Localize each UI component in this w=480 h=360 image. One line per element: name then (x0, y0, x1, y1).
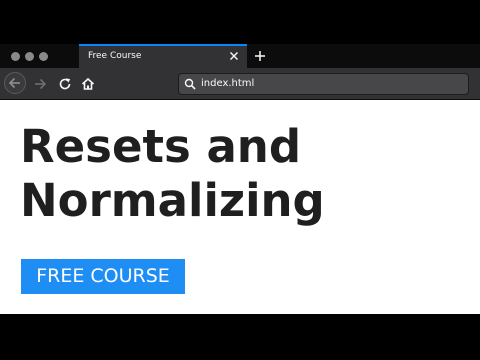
address-bar[interactable]: index.html (178, 73, 469, 95)
url-text: index.html (201, 78, 255, 89)
free-course-button[interactable]: FREE COURSE (21, 259, 185, 294)
page-content: Resets and Normalizing FREE COURSE (0, 100, 480, 314)
headline-line-2: Normalizing (20, 174, 325, 227)
close-icon[interactable] (227, 49, 241, 63)
page-title: Resets and Normalizing (20, 120, 325, 228)
headline-line-1: Resets and (20, 120, 302, 173)
window-minimize-dot[interactable] (25, 52, 34, 61)
window-maximize-dot[interactable] (39, 52, 48, 61)
back-button[interactable] (4, 72, 26, 94)
search-icon (184, 78, 196, 90)
browser-window: Free Course index.html Resets and Normal… (0, 44, 480, 314)
arrow-right-icon[interactable] (32, 76, 48, 92)
arrow-left-icon (7, 75, 23, 91)
tab-free-course[interactable]: Free Course (79, 44, 247, 68)
tab-strip: Free Course (0, 44, 480, 68)
reload-icon[interactable] (57, 76, 73, 92)
home-icon[interactable] (80, 76, 96, 92)
window-close-dot[interactable] (11, 52, 20, 61)
tab-title: Free Course (88, 51, 142, 61)
plus-icon[interactable] (253, 49, 267, 63)
navigation-toolbar: index.html (0, 68, 480, 100)
